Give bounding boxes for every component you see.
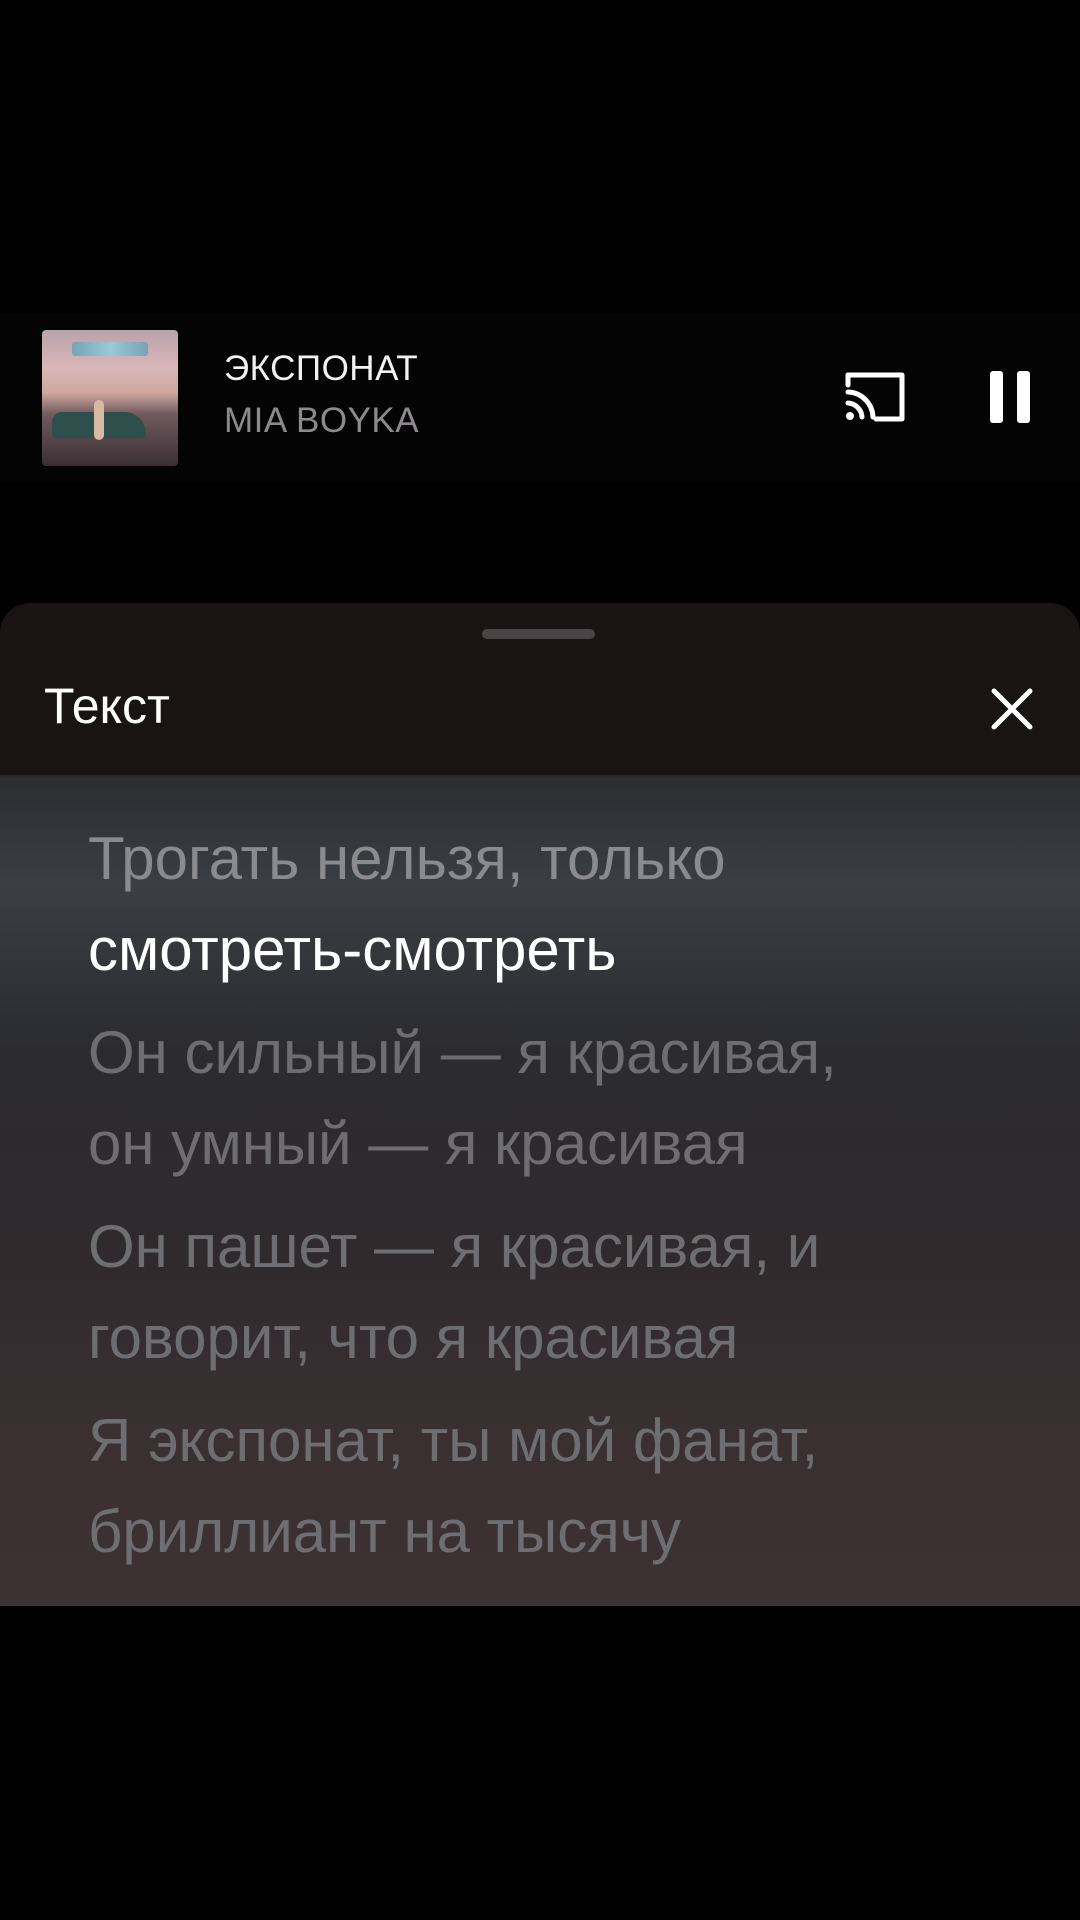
lyric-text: говорит, что я красивая [88,1304,739,1371]
cast-button[interactable] [842,369,908,425]
album-logo [72,342,148,356]
lyrics-sheet[interactable]: Текст Трогать нельзя, только смотреть-см… [0,603,1080,1606]
now-playing-bar[interactable]: ЭКСПОНАТ MIA BOYKA [0,313,1080,483]
close-button[interactable] [988,685,1036,733]
lyric-text: Он сильный — я красивая, [88,1019,837,1086]
lyric-text: бриллиант на тысячу [88,1498,681,1565]
lyric-line[interactable]: Я экспонат, ты мой фанат, бриллиант на т… [88,1395,1048,1577]
lyric-line[interactable]: Он сильный — я красивая, он умный — я кр… [88,1007,1048,1189]
close-icon [991,688,1033,730]
lyric-text: смотреть-смотреть [88,916,617,983]
album-cover[interactable] [42,330,178,466]
album-figure [94,400,104,440]
drag-handle[interactable] [482,629,595,639]
pause-icon [990,371,1030,423]
lyric-line-active[interactable]: смотреть-смотреть [88,904,1048,995]
lyrics-list: Трогать нельзя, только смотреть-смотреть… [88,813,1048,1589]
pause-button[interactable] [988,369,1032,425]
lyric-text: Он пашет — я красивая, и [88,1213,821,1280]
track-artist: MIA BOYKA [224,401,420,440]
lyric-text: он умный — я красивая [88,1110,748,1177]
lyric-text: Трогать нельзя, только [88,825,726,892]
lyric-line[interactable]: Трогать нельзя, только [88,813,1048,904]
lyric-line[interactable]: Он пашет — я красивая, и говорит, что я … [88,1201,1048,1383]
lyrics-area[interactable]: Трогать нельзя, только смотреть-смотреть… [0,777,1080,1606]
cast-icon [845,372,905,422]
track-title: ЭКСПОНАТ [224,349,419,388]
sheet-title: Текст [44,678,170,734]
lyric-text: Я экспонат, ты мой фанат, [88,1407,819,1474]
